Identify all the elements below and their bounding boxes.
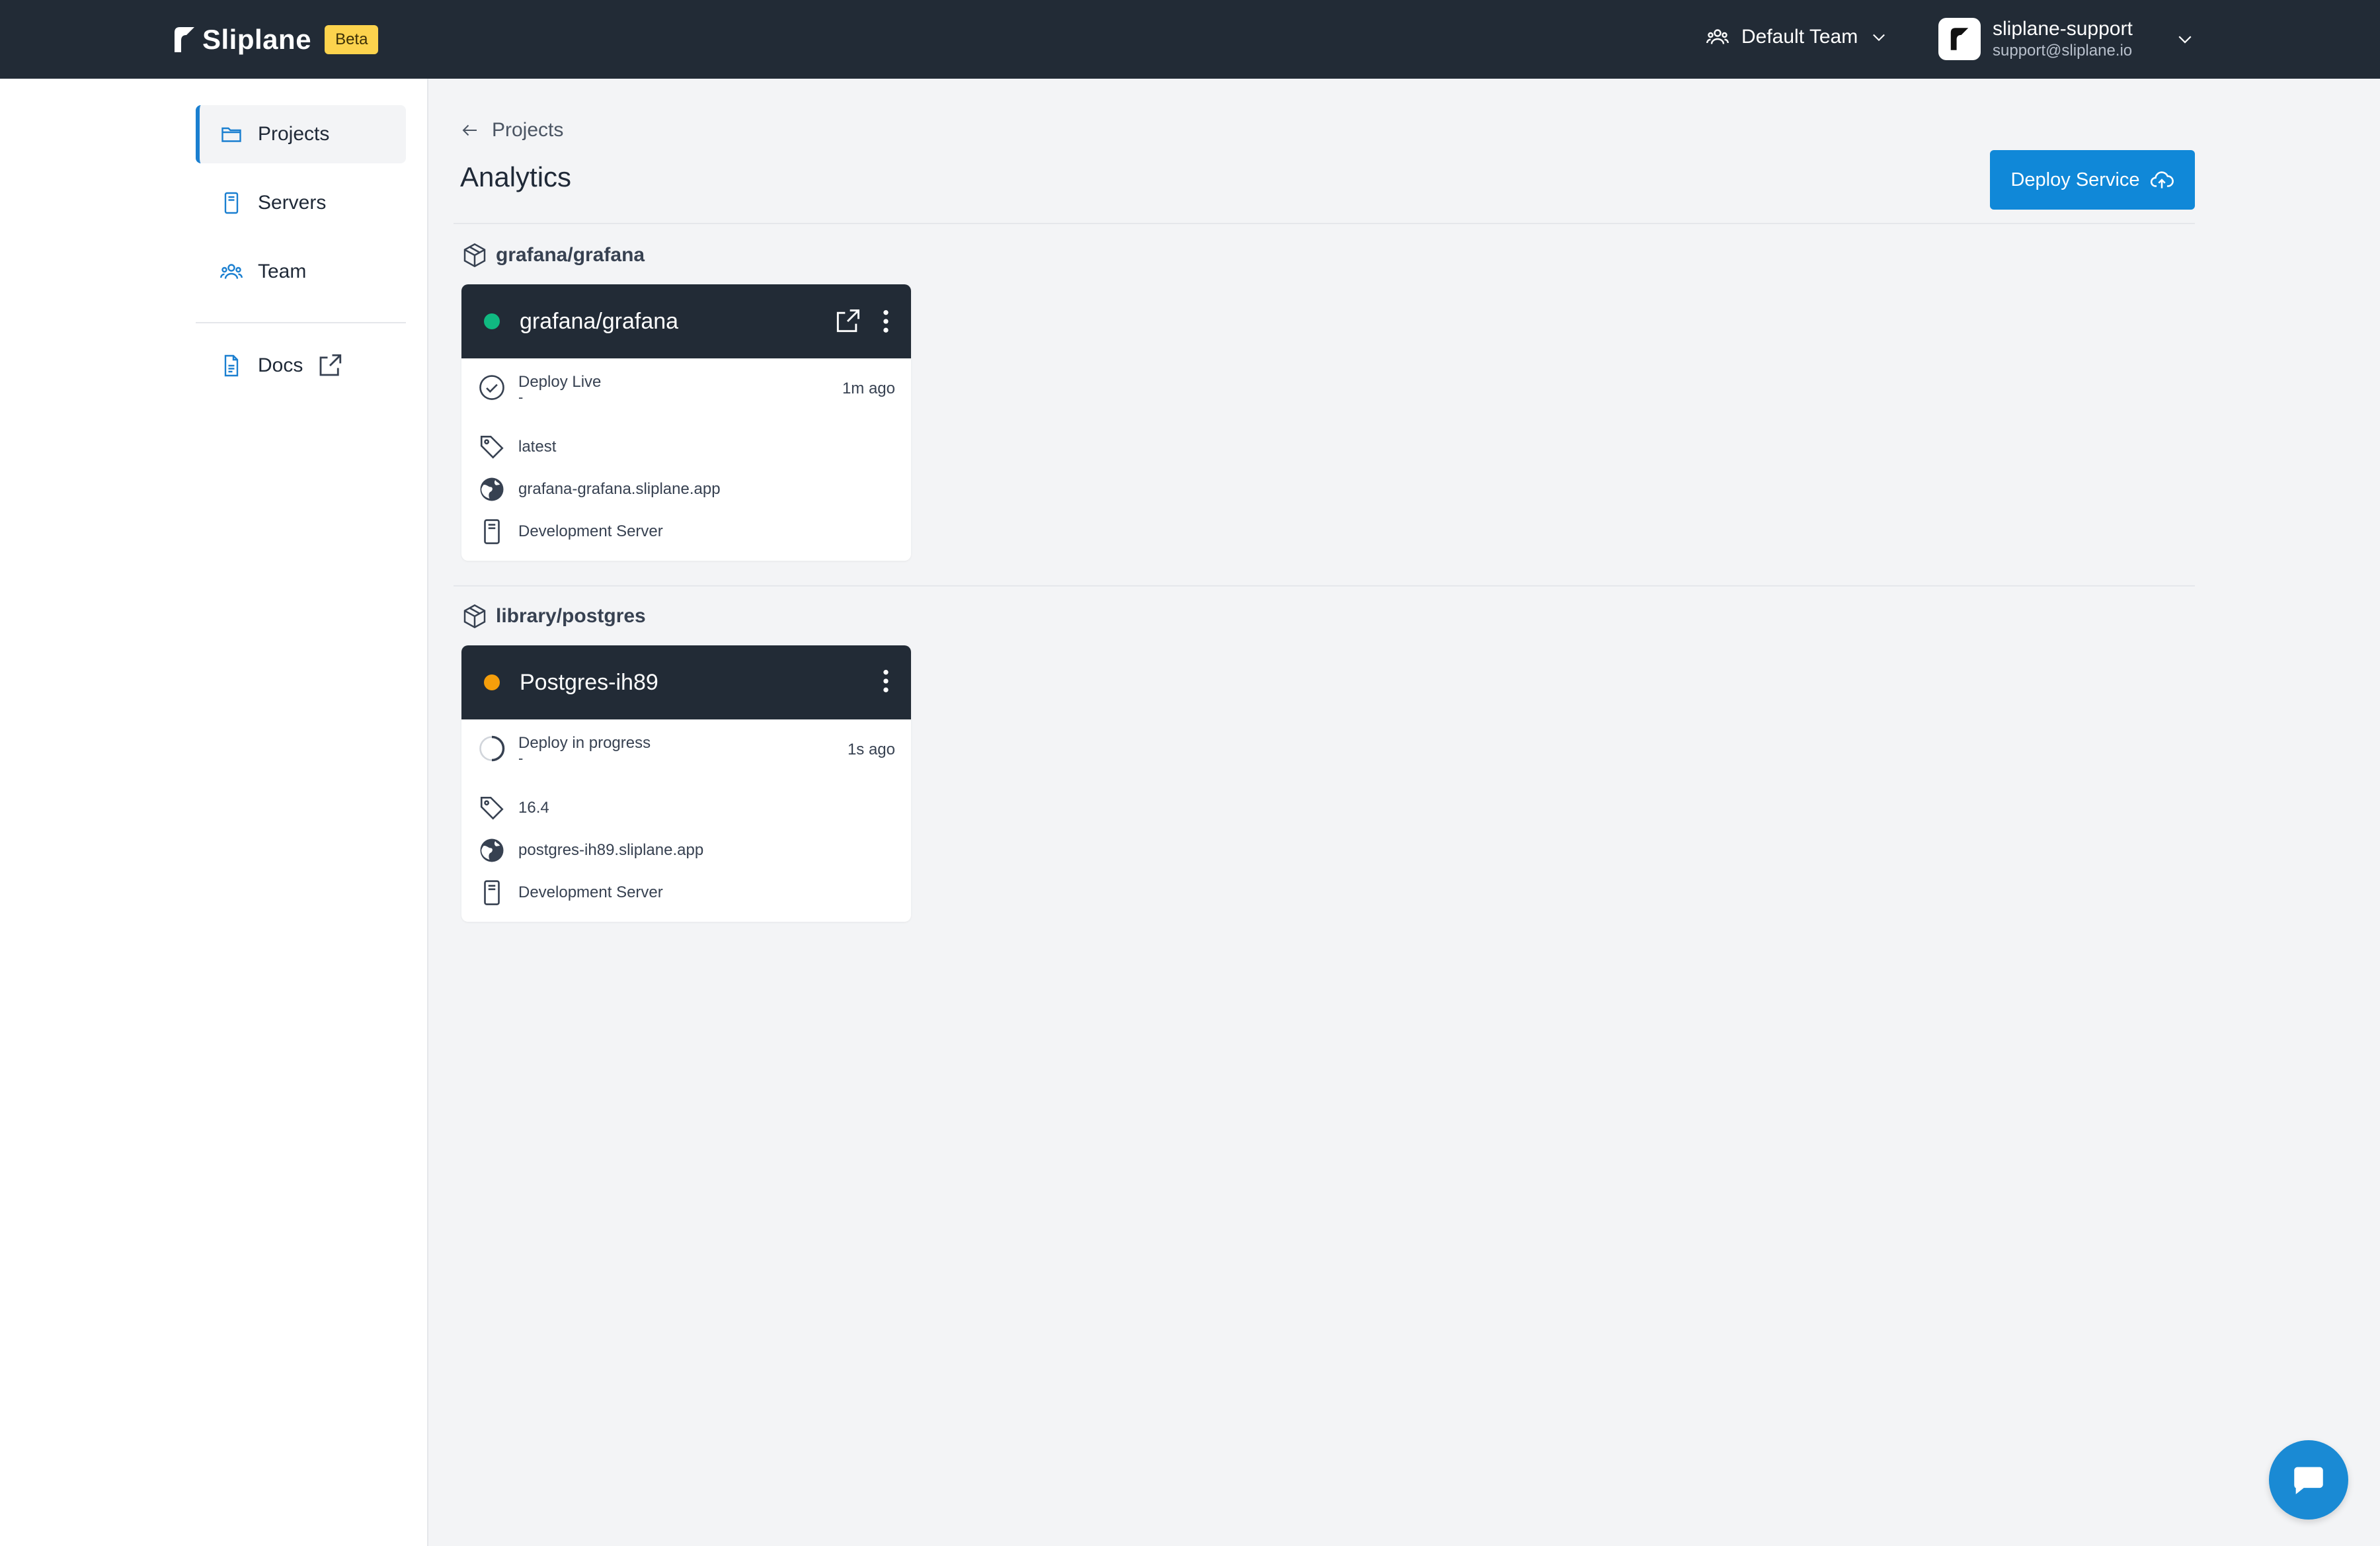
service-name[interactable]: grafana/grafana: [520, 309, 678, 335]
top-bar: Sliplane Beta Default Team sliplane-supp…: [0, 0, 2380, 79]
breadcrumb[interactable]: Projects: [460, 119, 563, 142]
server-name: Development Server: [518, 522, 663, 540]
chevron-down-icon[interactable]: [2175, 29, 2195, 49]
group-title-postgres: library/postgres: [461, 603, 646, 630]
group-name: library/postgres: [496, 605, 646, 627]
server-row: Development Server: [477, 510, 895, 553]
server-icon: [219, 191, 243, 215]
sidebar-item-label: Team: [258, 261, 307, 282]
service-name[interactable]: Postgres-ih89: [520, 670, 658, 696]
group-title-grafana: grafana/grafana: [461, 242, 645, 268]
sidebar-item-servers[interactable]: Servers: [196, 174, 406, 232]
beta-badge: Beta: [325, 25, 379, 54]
user-email: support@sliplane.io: [1993, 42, 2133, 60]
brand-name: Sliplane: [202, 24, 312, 55]
user-name: sliplane-support: [1993, 18, 2133, 40]
sidebar: Projects Servers Team Docs: [0, 79, 428, 1546]
tag-row: latest: [477, 426, 895, 468]
tag-row: 16.4: [477, 787, 895, 829]
globe-icon: [477, 475, 506, 504]
image-tag: 16.4: [518, 799, 549, 817]
chat-icon: [2294, 1467, 2323, 1494]
users-icon: [1706, 29, 1729, 44]
deploy-status-sub: -: [518, 750, 524, 766]
sliplane-logo-icon: [1950, 28, 1969, 50]
spinner-icon: [477, 734, 506, 763]
deploy-status: Deploy Live: [518, 373, 602, 391]
service-card-grafana[interactable]: grafana/grafana Deploy Live - 1m ago lat…: [461, 284, 911, 561]
sidebar-item-projects[interactable]: Projects: [196, 105, 406, 163]
domain-row: grafana-grafana.sliplane.app: [477, 468, 895, 510]
document-icon: [219, 354, 243, 378]
deploy-service-label: Deploy Service: [2010, 169, 2140, 190]
server-row: Development Server: [477, 872, 895, 914]
cloud-upload-icon: [2150, 171, 2174, 188]
deploy-time: 1s ago: [847, 741, 895, 758]
breadcrumb-projects[interactable]: Projects: [492, 119, 563, 142]
sliplane-logo-icon: [175, 27, 194, 52]
external-link-icon[interactable]: [833, 307, 862, 336]
logo[interactable]: Sliplane Beta: [173, 24, 379, 56]
server-icon: [477, 517, 506, 546]
cube-icon: [463, 243, 486, 268]
divider: [454, 223, 2195, 224]
user-menu[interactable]: sliplane-support support@sliplane.io: [1938, 17, 2133, 61]
group-name: grafana/grafana: [496, 244, 645, 266]
status-dot: [484, 313, 500, 329]
sidebar-item-label: Projects: [258, 123, 330, 145]
service-card-postgres[interactable]: Postgres-ih89 Deploy in progress - 1s ag…: [461, 645, 911, 922]
arrow-left-icon: [462, 124, 477, 136]
server-icon: [477, 878, 506, 907]
sidebar-item-label: Docs: [258, 354, 303, 376]
external-link-icon: [319, 354, 342, 376]
server-name: Development Server: [518, 883, 663, 901]
image-tag: latest: [518, 438, 557, 456]
globe-icon: [477, 836, 506, 865]
more-vertical-icon[interactable]: [881, 668, 891, 694]
tag-icon: [477, 793, 506, 823]
folder-icon: [219, 122, 243, 146]
more-vertical-icon[interactable]: [881, 308, 891, 335]
chevron-down-icon: [1873, 34, 1885, 42]
deploy-status: Deploy in progress: [518, 734, 651, 752]
deploy-service-button[interactable]: Deploy Service: [1990, 150, 2195, 210]
deploy-status-sub: -: [518, 389, 524, 405]
service-card-header: Postgres-ih89: [461, 645, 911, 719]
status-dot: [484, 674, 500, 690]
sidebar-divider: [196, 322, 406, 323]
deploy-status-row: Deploy in progress - 1s ago: [477, 734, 895, 787]
deploy-status-row: Deploy Live - 1m ago: [477, 373, 895, 426]
page-title: Analytics: [460, 161, 572, 192]
sidebar-item-team[interactable]: Team: [196, 243, 406, 301]
cube-icon: [463, 604, 486, 629]
tag-icon: [477, 432, 506, 462]
check-circle-icon: [477, 373, 506, 402]
chat-button[interactable]: [2269, 1440, 2348, 1520]
deploy-time: 1m ago: [842, 380, 895, 397]
team-name: Default Team: [1741, 26, 1858, 48]
service-domain[interactable]: grafana-grafana.sliplane.app: [518, 480, 721, 499]
avatar: [1938, 18, 1981, 60]
service-card-header: grafana/grafana: [461, 284, 911, 358]
service-domain[interactable]: postgres-ih89.sliplane.app: [518, 841, 703, 860]
sidebar-item-docs[interactable]: Docs: [196, 337, 406, 395]
users-icon: [219, 260, 243, 284]
divider: [454, 585, 2195, 587]
sidebar-item-label: Servers: [258, 192, 327, 214]
team-selector[interactable]: Default Team: [1706, 25, 1888, 49]
domain-row: postgres-ih89.sliplane.app: [477, 829, 895, 872]
